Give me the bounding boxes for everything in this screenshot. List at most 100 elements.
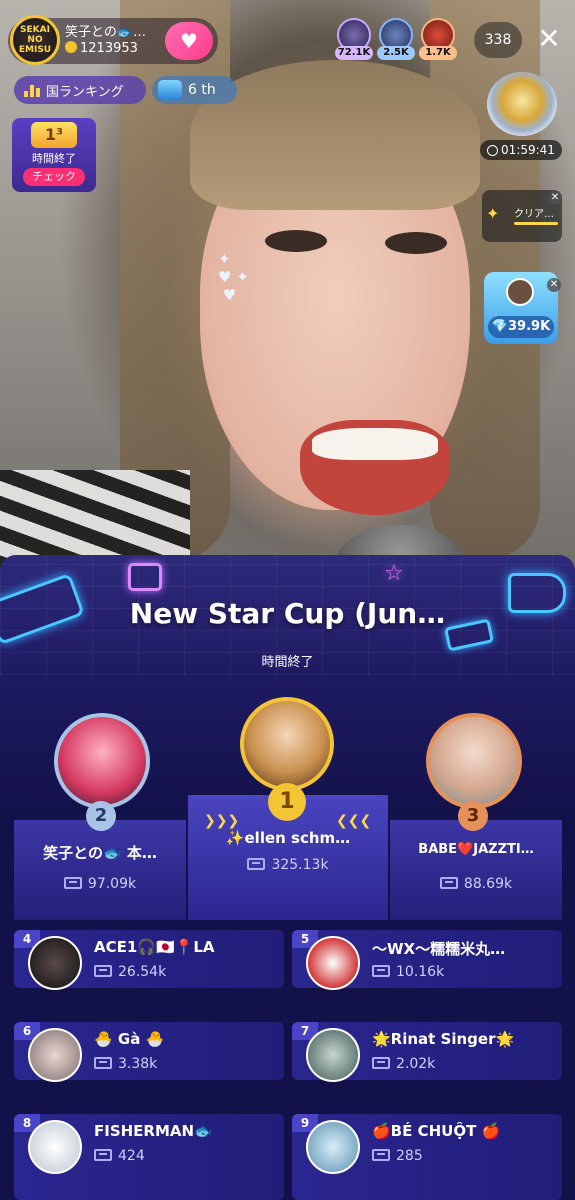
country-ranking-button[interactable]: 国ランキング [14, 76, 146, 104]
rank-2-badge: 2 [86, 801, 116, 831]
podium-3rd-avatar[interactable] [426, 713, 522, 809]
list-item[interactable]: 9 🍎BÉ CHUỘT 🍎 285 [292, 1114, 562, 1200]
cup-title: New Star Cup (Jun… [129, 597, 446, 630]
list-item[interactable]: 8 FISHERMAN🐟 424 [14, 1114, 284, 1200]
neon-gift-icon [128, 563, 162, 591]
list-score: 285 [372, 1148, 423, 1164]
diamond-avatar [506, 278, 534, 306]
right-eye [385, 232, 447, 254]
top-viewer-3[interactable]: 1.7K [419, 18, 457, 60]
rank-position-badge[interactable]: 6 th [152, 76, 237, 104]
ticket-icon [372, 965, 390, 977]
viewer-contribution: 72.1K [335, 46, 373, 60]
rank-3-badge: 3 [458, 801, 488, 831]
podium-score-value: 88.69k [463, 876, 513, 892]
list-item[interactable]: 4 ACE1🎧🇯🇵📍LA 26.54k [14, 930, 284, 990]
avatar [28, 1120, 82, 1174]
list-score: 2.02k [372, 1056, 435, 1072]
host-coins-value: 1213953 [80, 41, 138, 56]
list-score: 3.38k [94, 1056, 157, 1072]
face-sparkle-sticker: ✦ ♥ ✦ ♥ [218, 250, 249, 304]
clock-icon [487, 144, 499, 156]
podium-name: ✨ellen schm… [225, 829, 351, 847]
avatar [306, 1028, 360, 1082]
list-score: 10.16k [372, 964, 444, 980]
top-viewers-list: 72.1K 2.5K 1.7K [335, 18, 457, 60]
close-widget-icon[interactable]: ✕ [548, 191, 562, 205]
podium-name: BABE❤️JAZZTI… [418, 842, 534, 857]
ticket-icon [372, 1057, 390, 1069]
podium-2nd-avatar[interactable] [54, 713, 150, 809]
cup-status: 時間終了 [261, 655, 314, 670]
left-eye [265, 230, 327, 252]
avatar [306, 936, 360, 990]
podium-score-value: 325.13k [271, 857, 329, 873]
list-item[interactable]: 7 🌟Rinat Singer🌟 2.02k [292, 1022, 562, 1082]
rank-1-badge: 1 [268, 783, 306, 821]
podium-1st-avatar[interactable] [240, 697, 334, 791]
ticket-icon [94, 965, 112, 977]
close-widget-icon[interactable]: ✕ [547, 278, 561, 292]
ticket-icon [94, 1057, 112, 1069]
list-score-value: 26.54k [118, 964, 167, 980]
country-ranking-label: 国ランキング [46, 84, 124, 100]
ticket-icon [372, 1149, 390, 1161]
list-score-value: 2.02k [396, 1056, 436, 1072]
neon-star-icon: ☆ [384, 561, 404, 586]
list-name: 〜WX〜糯糯米丸… [372, 940, 506, 958]
avatar [306, 1120, 360, 1174]
top-viewer-1[interactable]: 72.1K [335, 18, 373, 60]
close-icon[interactable]: ✕ [533, 24, 565, 56]
new-star-cup-panel: ☆ New Star Cup (Jun… 時間終了 笑子との🐟 本… 97.09… [0, 555, 575, 1200]
podium-score: 97.09k [14, 876, 186, 892]
list-name: 🌟Rinat Singer🌟 [372, 1030, 515, 1048]
podium-2nd[interactable]: 笑子との🐟 本… 97.09k [14, 820, 186, 920]
avatar [28, 936, 82, 990]
rank-position-label: 6 th [188, 82, 216, 98]
list-name: ACE1🎧🇯🇵📍LA [94, 938, 215, 956]
event-check-button[interactable]: チェック [23, 168, 85, 186]
ticket-icon [247, 858, 266, 870]
podium-score-value: 97.09k [87, 876, 137, 892]
coin-icon [65, 41, 77, 53]
clear-task-label: クリア… [514, 209, 554, 220]
ticket-icon [63, 877, 82, 889]
event-status: 時間終了 [32, 152, 76, 165]
chevron-left-icon: ❮❮❮ [336, 813, 372, 829]
list-score: 424 [94, 1148, 145, 1164]
host-avatar[interactable]: SEKAI NO EMISU [10, 15, 60, 65]
event-badge-icon: 1³ [31, 122, 77, 148]
podium-score: 325.13k [188, 857, 388, 873]
diamond-value: 💎39.9K [488, 316, 554, 338]
rank-level-icon [158, 80, 182, 100]
podium-3rd[interactable]: BABE❤️JAZZTI… 88.69k [390, 820, 562, 920]
host-coins: 1213953 [65, 41, 138, 56]
avatar [28, 1028, 82, 1082]
ticket-icon [439, 877, 458, 889]
heart-icon: ♥ [180, 29, 198, 53]
podium-name: 笑子との🐟 本… [43, 844, 157, 862]
list-score-value: 285 [396, 1148, 423, 1164]
list-score-value: 424 [118, 1148, 145, 1164]
list-item[interactable]: 6 🐣 Gà 🐣 3.38k [14, 1022, 284, 1082]
online-viewer-count[interactable]: 338 [474, 22, 522, 58]
list-name: 🍎BÉ CHUỘT 🍎 [372, 1122, 501, 1140]
timer-value: 01:59:41 [501, 143, 555, 157]
list-score: 26.54k [94, 964, 166, 980]
list-name: 🐣 Gà 🐣 [94, 1030, 165, 1048]
top-viewer-2[interactable]: 2.5K [377, 18, 415, 60]
list-score-value: 3.38k [118, 1056, 158, 1072]
magic-wand-icon: ✦ [486, 204, 500, 223]
follow-heart-button[interactable]: ♥ [165, 22, 213, 60]
host-name: 笑子との🐟… [65, 25, 147, 40]
clear-progress-bar [514, 222, 558, 225]
ticket-icon [94, 1149, 112, 1161]
list-item[interactable]: 5 〜WX〜糯糯米丸… 10.16k [292, 930, 562, 990]
list-name: FISHERMAN🐟 [94, 1122, 213, 1140]
podium-score: 88.69k [390, 876, 562, 892]
level-medal-icon[interactable] [487, 72, 557, 136]
event-card[interactable]: 1³ 時間終了 チェック [12, 118, 96, 192]
list-score-value: 10.16k [396, 964, 445, 980]
bar-chart-icon [24, 83, 40, 97]
viewer-contribution: 2.5K [377, 46, 415, 60]
